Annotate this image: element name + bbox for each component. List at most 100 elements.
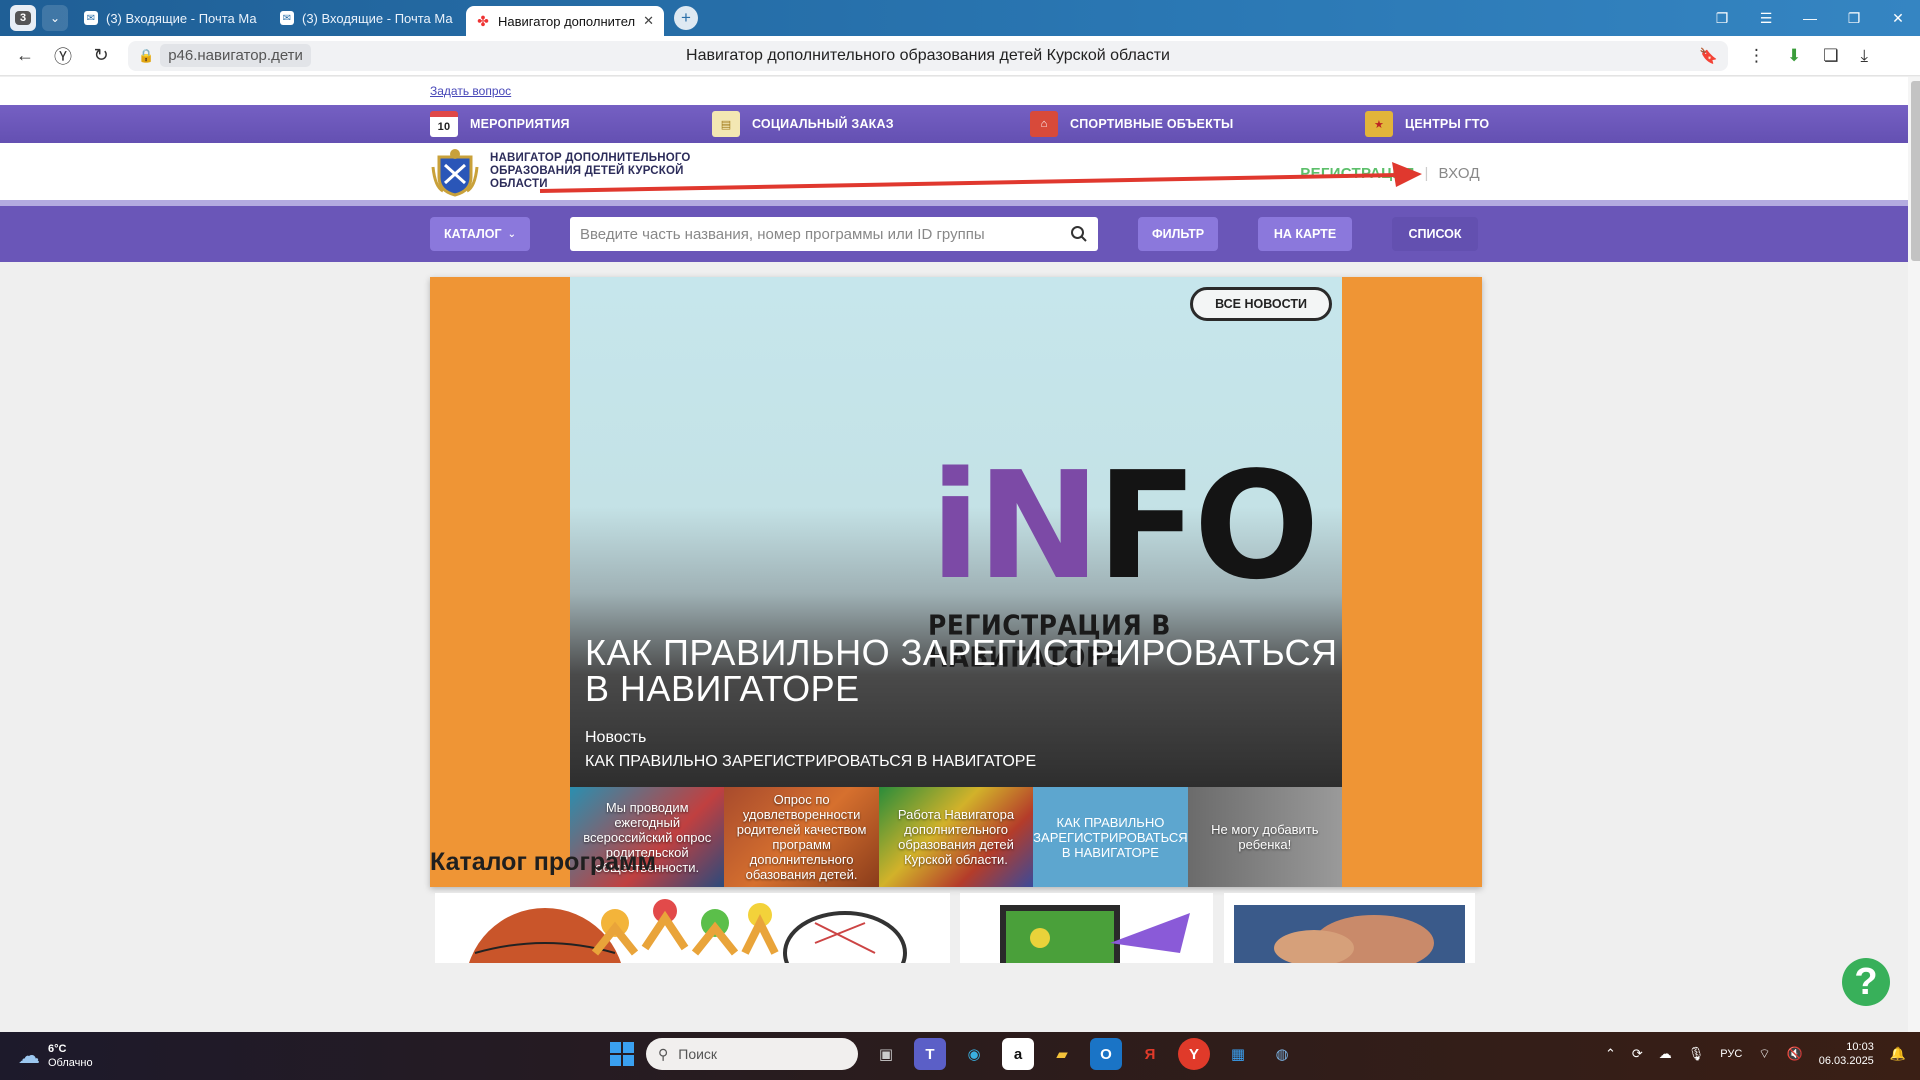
register-link[interactable]: РЕГИСТРАЦИЯ — [1300, 165, 1414, 182]
yandex-browser-icon[interactable]: Y — [1178, 1038, 1210, 1070]
close-window-icon[interactable]: ✕ — [1876, 10, 1920, 27]
clock[interactable]: 10:03 06.03.2025 — [1819, 1040, 1874, 1068]
new-tab-button[interactable]: + — [674, 6, 698, 30]
news-slider: ВСЕ НОВОСТИ iNFO РЕГИСТРАЦИЯ В НАВИГАТОР… — [430, 277, 1482, 887]
mail-icon: ✉ — [280, 11, 294, 25]
yandex-icon[interactable]: Ⓨ — [44, 43, 82, 69]
catalog-dropdown-button[interactable]: КАТАЛОГ ⌄ — [430, 217, 530, 251]
site-favicon-icon: ✤ — [477, 12, 489, 29]
nav-social-order[interactable]: ▤ СОЦИАЛЬНЫЙ ЗАКАЗ — [712, 111, 1030, 137]
reload-icon[interactable]: ↻ — [82, 45, 120, 66]
search-icon[interactable] — [1070, 225, 1088, 243]
brand-row: НАВИГАТОР ДОПОЛНИТЕЛЬНОГО ОБРАЗОВАНИЯ ДЕ… — [0, 143, 1908, 206]
news-kind: Новость — [585, 729, 647, 746]
weather-temp: 6°C — [48, 1043, 67, 1055]
extension-icon[interactable]: ⬇ — [1787, 46, 1801, 66]
amazon-icon[interactable]: a — [1002, 1038, 1034, 1070]
wifi-icon[interactable]: ⌔ — [1758, 1046, 1770, 1062]
search-field-wrapper — [570, 217, 1098, 251]
minimize-icon[interactable]: — — [1788, 10, 1832, 26]
news-main-slide[interactable]: ВСЕ НОВОСТИ iNFO РЕГИСТРАЦИЯ В НАВИГАТОР… — [570, 277, 1342, 787]
tabs-dropdown-icon[interactable]: ⌄ — [42, 5, 68, 31]
close-tab-icon[interactable]: ✕ — [643, 13, 654, 29]
outlook-icon[interactable]: O — [1090, 1038, 1122, 1070]
all-news-button[interactable]: ВСЕ НОВОСТИ — [1190, 287, 1332, 321]
coat-of-arms-logo[interactable] — [430, 147, 480, 197]
news-thumb[interactable]: Опрос по удовлетворенности родителей кач… — [724, 787, 879, 887]
tab-count-button[interactable]: 3 — [10, 5, 36, 31]
yandex-app-icon[interactable]: Я — [1134, 1038, 1166, 1070]
task-view-icon[interactable]: ▣ — [870, 1038, 902, 1070]
notifications-icon[interactable]: 🔔 — [1890, 1046, 1906, 1062]
nav-label: СПОРТИВНЫЕ ОБЪЕКТЫ — [1070, 117, 1234, 131]
filter-button[interactable]: ФИЛЬТР — [1138, 217, 1218, 251]
mail-icon: ✉ — [84, 11, 98, 25]
news-headline: КАК ПРАВИЛЬНО ЗАРЕГИСТРИРОВАТЬСЯ В НАВИГ… — [585, 632, 1338, 709]
taskbar-apps: ⚲ Поиск ▣ T ◉ a ▰ O Я Y ▦ ◍ — [610, 1038, 1298, 1070]
cloud-icon: ☁ — [18, 1043, 40, 1068]
news-thumb[interactable]: Работа Навигатора дополнительного образо… — [878, 787, 1034, 887]
restore-icon[interactable]: ❐ — [1832, 10, 1876, 27]
system-tray: ⌃ ⟳ ☁ 🎙 РУС ⌔ 🔇 10:03 06.03.2025 🔔 — [1605, 1040, 1906, 1068]
tab-label: Навигатор дополнител — [498, 13, 636, 29]
program-card[interactable] — [435, 893, 950, 963]
news-caption: КАК ПРАВИЛЬНО ЗАРЕГИСТРИРОВАТЬСЯ В НАВИГ… — [585, 753, 1037, 770]
store-icon[interactable]: ▦ — [1222, 1038, 1254, 1070]
tab-mail-1[interactable]: ✉ (3) Входящие - Почта Ма — [74, 3, 264, 33]
nav-events[interactable]: 10 МЕРОПРИЯТИЯ — [430, 111, 712, 137]
news-thumb-active[interactable]: КАК ПРАВИЛЬНО ЗАРЕГИСТРИРОВАТЬСЯ В НАВИГ… — [1033, 787, 1188, 887]
back-icon[interactable]: ← — [6, 45, 44, 66]
collections-icon[interactable]: ❏ — [1823, 46, 1838, 66]
search-input[interactable] — [580, 225, 1070, 243]
bookmark-icon[interactable]: 🔖 — [1699, 47, 1718, 65]
nav-sport-objects[interactable]: ⌂ СПОРТИВНЫЕ ОБЪЕКТЫ — [1030, 111, 1365, 137]
start-icon[interactable] — [610, 1042, 634, 1066]
language-indicator[interactable]: РУС — [1720, 1048, 1742, 1060]
explorer-icon[interactable]: ▰ — [1046, 1038, 1078, 1070]
computer-program-image — [1000, 905, 1190, 963]
site-brand-name[interactable]: НАВИГАТОР ДОПОЛНИТЕЛЬНОГО ОБРАЗОВАНИЯ ДЕ… — [490, 152, 700, 191]
url-field[interactable]: 🔒 р46.навигатор.дети Навигатор дополните… — [128, 40, 1728, 71]
login-link[interactable]: ВХОД — [1438, 165, 1480, 182]
address-bar: ← Ⓨ ↻ 🔒 р46.навигатор.дети Навигатор доп… — [0, 36, 1920, 76]
menu-icon[interactable]: ☰ — [1744, 10, 1788, 27]
page-title: Навигатор дополнительного образования де… — [686, 46, 1170, 64]
catalog-section-title: Каталог программ — [430, 848, 657, 876]
nav-label: СОЦИАЛЬНЫЙ ЗАКАЗ — [752, 117, 894, 131]
lock-icon: 🔒 — [138, 47, 155, 63]
nav-gto-centers[interactable]: ★ ЦЕНТРЫ ГТО — [1365, 111, 1489, 137]
help-button[interactable]: ? — [1842, 958, 1890, 1006]
news-thumb[interactable]: Не могу добавить ребенка! — [1187, 787, 1343, 887]
tab-navigator[interactable]: ✤ Навигатор дополнител ✕ — [466, 6, 664, 36]
sync-icon[interactable]: ⟳ — [1632, 1046, 1643, 1062]
web-page: Задать вопрос 10 МЕРОПРИЯТИЯ ▤ СОЦИАЛЬНЫ… — [0, 77, 1908, 1032]
program-card[interactable] — [960, 893, 1213, 963]
sports-program-image — [469, 899, 907, 963]
list-button[interactable]: СПИСОК — [1392, 217, 1478, 251]
news-thumbnails: Мы проводим ежегодный всероссийский опро… — [570, 787, 1343, 887]
taskbar-search-label: Поиск — [678, 1046, 718, 1062]
search-bar: КАТАЛОГ ⌄ ФИЛЬТР НА КАРТЕ СПИСОК — [0, 206, 1908, 262]
info-banner-word: iNFO — [930, 440, 1320, 612]
collections-icon[interactable]: ❐ — [1700, 10, 1744, 27]
downloads-icon[interactable]: ⤓ — [1861, 46, 1869, 66]
onedrive-icon[interactable]: ☁ — [1659, 1046, 1672, 1062]
teams-icon[interactable]: T — [914, 1038, 946, 1070]
scrollbar-thumb[interactable] — [1911, 81, 1920, 261]
ask-question-link[interactable]: Задать вопрос — [430, 84, 511, 98]
mute-icon[interactable]: 🔇 — [1787, 1046, 1803, 1062]
more-menu-icon[interactable]: ⋮ — [1748, 46, 1765, 66]
control-panel-icon[interactable]: ◍ — [1266, 1038, 1298, 1070]
microphone-icon[interactable]: 🎙 — [1688, 1046, 1705, 1062]
window-controls: ❐ ☰ — ❐ ✕ — [1700, 10, 1920, 27]
weather-widget[interactable]: ☁ 6°C Облачно — [18, 1042, 93, 1070]
clock-date: 06.03.2025 — [1818, 1055, 1874, 1067]
chevron-up-icon[interactable]: ⌃ — [1605, 1046, 1616, 1062]
taskbar-search[interactable]: ⚲ Поиск — [646, 1038, 858, 1070]
program-card[interactable] — [1224, 893, 1475, 963]
page-scrollbar[interactable] — [1908, 77, 1920, 1032]
catalog-label: КАТАЛОГ — [443, 227, 502, 241]
map-button[interactable]: НА КАРТЕ — [1258, 217, 1352, 251]
tab-mail-2[interactable]: ✉ (3) Входящие - Почта Ма — [270, 3, 460, 33]
edge-icon[interactable]: ◉ — [958, 1038, 990, 1070]
